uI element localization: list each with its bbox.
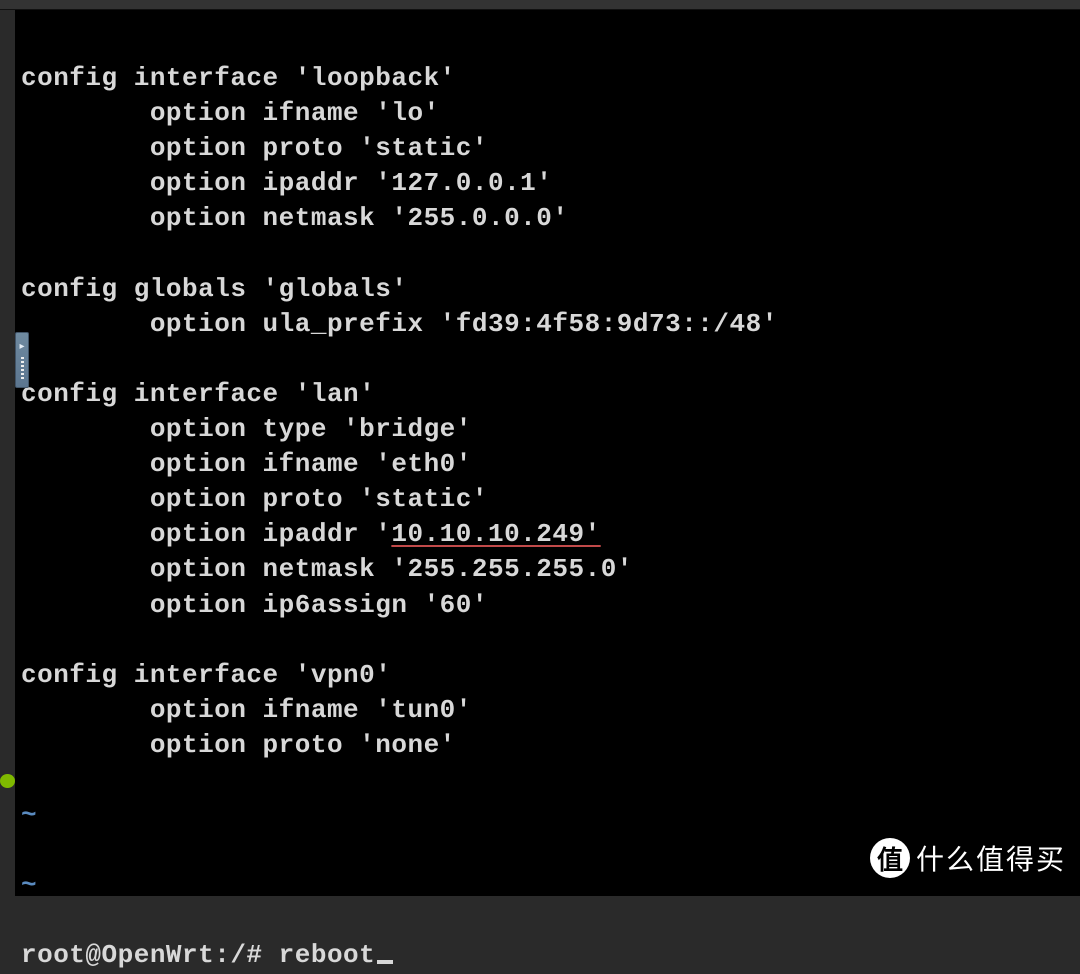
cfg-lan-netmask: option netmask '255.255.255.0' <box>21 554 633 584</box>
vim-tilde: ~ <box>21 800 37 830</box>
cfg-lan-ip6: option ip6assign '60' <box>21 590 488 620</box>
cfg-loopback-ifname: option ifname 'lo' <box>21 98 440 128</box>
watermark: 值 什么值得买 <box>870 838 1066 878</box>
text-cursor <box>377 960 393 964</box>
cfg-globals-header: config globals 'globals' <box>21 274 407 304</box>
cfg-loopback-proto: option proto 'static' <box>21 133 488 163</box>
cfg-loopback-netmask: option netmask '255.0.0.0' <box>21 203 569 233</box>
chevron-right-icon: ▸ <box>19 341 24 353</box>
cfg-lan-type: option type 'bridge' <box>21 414 472 444</box>
cfg-vpn0-proto: option proto 'none' <box>21 730 456 760</box>
cfg-globals-ula: option ula_prefix 'fd39:4f58:9d73::/48' <box>21 309 778 339</box>
watermark-text: 什么值得买 <box>916 838 1066 878</box>
panel-collapse-handle[interactable]: ▸ <box>15 332 29 388</box>
cfg-vpn0-ifname: option ifname 'tun0' <box>21 695 472 725</box>
shell-prompt[interactable]: root@OpenWrt:/# reboot <box>21 940 375 970</box>
cfg-loopback-ipaddr: option ipaddr '127.0.0.1' <box>21 168 552 198</box>
cfg-loopback-header: config interface 'loopback' <box>21 63 456 93</box>
cfg-lan-header: config interface 'lan' <box>21 379 375 409</box>
cfg-lan-ipaddr-pre: option ipaddr ' <box>21 519 391 549</box>
editor-top-bar <box>0 0 1080 10</box>
terminal-viewport[interactable]: config interface 'loopback' option ifnam… <box>15 10 1080 896</box>
status-indicator-icon <box>0 774 15 788</box>
cfg-lan-ifname: option ifname 'eth0' <box>21 449 472 479</box>
cfg-lan-proto: option proto 'static' <box>21 484 488 514</box>
watermark-logo-icon: 值 <box>870 838 910 878</box>
cfg-vpn0-header: config interface 'vpn0' <box>21 660 391 690</box>
cfg-lan-ipaddr-value: 10.10.10.249' <box>391 519 600 549</box>
